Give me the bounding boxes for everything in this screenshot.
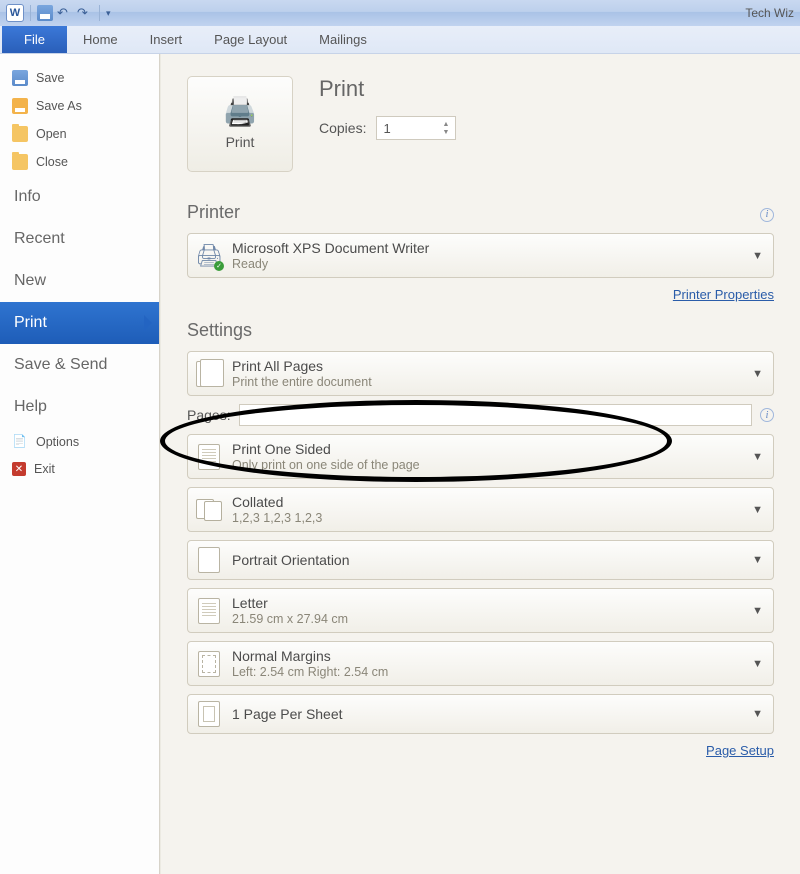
chevron-down-icon: ▼ bbox=[752, 368, 763, 380]
nav-print[interactable]: Print bbox=[0, 302, 159, 344]
selector-title: Letter bbox=[232, 595, 348, 611]
tab-file[interactable]: File bbox=[2, 26, 67, 53]
window-title: Tech Wiz bbox=[745, 6, 794, 20]
nav-close[interactable]: Close bbox=[0, 148, 159, 176]
duplex-selector[interactable]: Print One Sided Only print on one side o… bbox=[187, 434, 774, 479]
print-scope-selector[interactable]: Print All Pages Print the entire documen… bbox=[187, 351, 774, 396]
chevron-down-icon: ▼ bbox=[752, 708, 763, 720]
printer-device-icon: 🖨✓ bbox=[196, 243, 222, 269]
nav-label: Save bbox=[36, 71, 65, 85]
print-heading: Print bbox=[319, 76, 456, 102]
printer-info-icon[interactable]: i bbox=[760, 208, 774, 222]
nav-info[interactable]: Info bbox=[0, 176, 159, 218]
chevron-down-icon: ▼ bbox=[752, 554, 763, 566]
nav-exit[interactable]: Exit bbox=[0, 456, 159, 482]
letter-page-icon bbox=[196, 598, 222, 624]
backstage-nav: Save Save As Open Close Info Recent New … bbox=[0, 54, 160, 874]
chevron-down-icon: ▼ bbox=[752, 504, 763, 516]
nav-options[interactable]: Options bbox=[0, 428, 159, 456]
nav-label: Options bbox=[36, 435, 79, 449]
nav-new[interactable]: New bbox=[0, 260, 159, 302]
qat-save-icon[interactable] bbox=[37, 5, 53, 21]
selector-title: Normal Margins bbox=[232, 648, 388, 664]
print-backstage-panel: 🖨️ Print Print Copies: 1 ▲▼ Printer i 🖨✓ bbox=[160, 54, 800, 874]
selector-sub: 1,2,3 1,2,3 1,2,3 bbox=[232, 511, 322, 525]
print-button[interactable]: 🖨️ Print bbox=[187, 76, 293, 172]
nav-save[interactable]: Save bbox=[0, 64, 159, 92]
printer-selector[interactable]: 🖨✓ Microsoft XPS Document Writer Ready ▼ bbox=[187, 233, 774, 278]
margins-icon bbox=[196, 651, 222, 677]
ribbon-tabs: File Home Insert Page Layout Mailings bbox=[0, 26, 800, 54]
nav-open[interactable]: Open bbox=[0, 120, 159, 148]
single-page-icon bbox=[196, 444, 222, 470]
selector-title: 1 Page Per Sheet bbox=[232, 706, 343, 722]
tab-home[interactable]: Home bbox=[67, 26, 134, 53]
word-logo-icon: W bbox=[6, 4, 24, 22]
nav-save-send[interactable]: Save & Send bbox=[0, 344, 159, 386]
printer-status: Ready bbox=[232, 257, 429, 271]
save-as-icon bbox=[12, 98, 28, 114]
collate-selector[interactable]: Collated 1,2,3 1,2,3 1,2,3 ▼ bbox=[187, 487, 774, 532]
selector-title: Print All Pages bbox=[232, 358, 372, 374]
printer-icon: 🖨️ bbox=[223, 98, 258, 126]
chevron-down-icon: ▼ bbox=[752, 605, 763, 617]
paper-size-selector[interactable]: Letter 21.59 cm x 27.94 cm ▼ bbox=[187, 588, 774, 633]
options-icon bbox=[12, 434, 28, 450]
settings-heading: Settings bbox=[187, 320, 774, 341]
folder-open-icon bbox=[12, 126, 28, 142]
nav-label: Exit bbox=[34, 462, 55, 476]
pages-input[interactable] bbox=[239, 404, 752, 426]
chevron-down-icon: ▼ bbox=[752, 658, 763, 670]
pages-per-sheet-selector[interactable]: 1 Page Per Sheet ▼ bbox=[187, 694, 774, 734]
nav-help[interactable]: Help bbox=[0, 386, 159, 428]
orientation-selector[interactable]: Portrait Orientation ▼ bbox=[187, 540, 774, 580]
title-bar: W Tech Wiz bbox=[0, 0, 800, 26]
selector-sub: Print the entire document bbox=[232, 375, 372, 389]
tab-page-layout[interactable]: Page Layout bbox=[198, 26, 303, 53]
copies-spinner[interactable]: 1 ▲▼ bbox=[376, 116, 456, 140]
pages-label: Pages: bbox=[187, 407, 231, 423]
qat-undo-icon[interactable] bbox=[57, 5, 73, 21]
selector-sub: 21.59 cm x 27.94 cm bbox=[232, 612, 348, 626]
qat-redo-icon[interactable] bbox=[77, 5, 93, 21]
copies-label: Copies: bbox=[319, 120, 366, 136]
folder-close-icon bbox=[12, 154, 28, 170]
exit-icon bbox=[12, 462, 26, 476]
print-button-label: Print bbox=[226, 134, 255, 150]
sheet-icon bbox=[196, 701, 222, 727]
qat-customize-dropdown-icon[interactable] bbox=[106, 5, 122, 21]
nav-recent[interactable]: Recent bbox=[0, 218, 159, 260]
margins-selector[interactable]: Normal Margins Left: 2.54 cm Right: 2.54… bbox=[187, 641, 774, 686]
collate-icon bbox=[196, 497, 222, 523]
spinner-arrows-icon[interactable]: ▲▼ bbox=[443, 121, 450, 136]
selector-title: Portrait Orientation bbox=[232, 552, 350, 568]
page-setup-link[interactable]: Page Setup bbox=[706, 743, 774, 758]
printer-heading: Printer bbox=[187, 202, 240, 223]
copies-value: 1 bbox=[383, 121, 390, 136]
nav-save-as[interactable]: Save As bbox=[0, 92, 159, 120]
nav-label: Close bbox=[36, 155, 68, 169]
tab-insert[interactable]: Insert bbox=[134, 26, 199, 53]
printer-properties-link[interactable]: Printer Properties bbox=[673, 287, 774, 302]
chevron-down-icon: ▼ bbox=[752, 451, 763, 463]
selector-title: Collated bbox=[232, 494, 322, 510]
selector-sub: Left: 2.54 cm Right: 2.54 cm bbox=[232, 665, 388, 679]
nav-label: Save As bbox=[36, 99, 82, 113]
printer-name: Microsoft XPS Document Writer bbox=[232, 240, 429, 256]
pages-info-icon[interactable]: i bbox=[760, 408, 774, 422]
chevron-down-icon: ▼ bbox=[752, 250, 763, 262]
nav-label: Open bbox=[36, 127, 67, 141]
selector-sub: Only print on one side of the page bbox=[232, 458, 420, 472]
selector-title: Print One Sided bbox=[232, 441, 420, 457]
save-icon bbox=[12, 70, 28, 86]
pages-stack-icon bbox=[196, 361, 222, 387]
tab-mailings[interactable]: Mailings bbox=[303, 26, 383, 53]
portrait-icon bbox=[196, 547, 222, 573]
